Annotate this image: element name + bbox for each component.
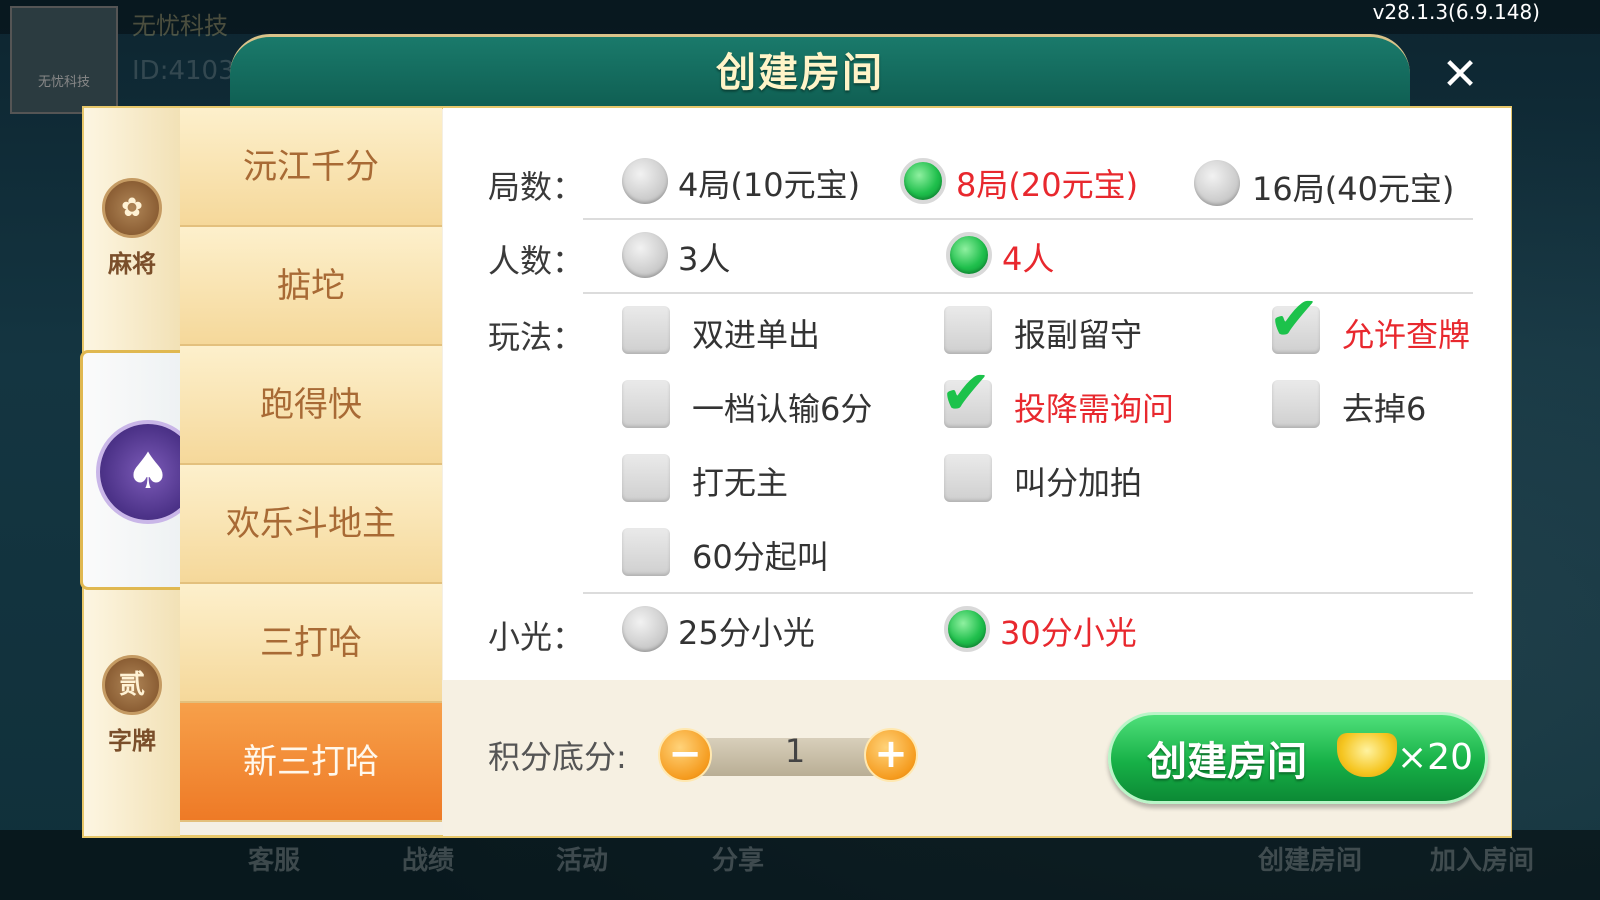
radio-button[interactable]	[944, 606, 990, 652]
rules-label: 玩法：	[488, 318, 585, 356]
xiaoguang-label: 小光：	[488, 618, 585, 656]
option-label: 3人	[678, 240, 731, 278]
game-item-sandaha[interactable]: 三打哈	[180, 584, 442, 703]
option-label: 报副留守	[1014, 316, 1143, 354]
option-label: 一档认输6分	[692, 390, 873, 428]
radio-button[interactable]	[622, 606, 668, 652]
mahjong-icon: ✿	[102, 178, 162, 238]
game-item-dianduo[interactable]: 掂坨	[180, 227, 442, 346]
bottom-service: 客服	[248, 846, 301, 876]
game-item-doudizhu[interactable]: 欢乐斗地主	[180, 465, 442, 584]
game-item-yuanjiang[interactable]: 沅江千分	[180, 108, 442, 227]
category-mahjong[interactable]: ✿ 麻将	[84, 178, 180, 279]
checkbox[interactable]	[622, 528, 670, 576]
company-name: 无忧科技	[132, 12, 228, 40]
option-label: 去掉6	[1342, 390, 1427, 428]
radio-button[interactable]	[622, 232, 668, 278]
option-label: 30分小光	[1000, 614, 1137, 652]
option-label: 双进单出	[692, 316, 821, 354]
radio-button[interactable]	[622, 158, 668, 204]
create-room-button[interactable]: 创建房间 ×20	[1108, 712, 1488, 804]
checkbox[interactable]	[622, 380, 670, 428]
check-mark-icon: ✔	[1268, 282, 1320, 355]
bottom-join-room: 加入房间	[1430, 846, 1535, 876]
option-label: 4局(10元宝)	[678, 166, 861, 204]
players-label: 人数：	[488, 242, 585, 280]
dialog-title: 创建房间	[716, 50, 884, 96]
category-zipai[interactable]: 贰 字牌	[84, 655, 180, 756]
divider	[583, 218, 1473, 220]
base-score-label: 积分底分:	[488, 738, 627, 776]
close-icon[interactable]: ✕	[1440, 53, 1480, 97]
bottom-share: 分享	[712, 846, 765, 876]
zipai-icon: 贰	[102, 655, 162, 715]
option-label: 60分起叫	[692, 538, 829, 576]
option-label: 16局(40元宝)	[1252, 170, 1455, 208]
option-label: 25分小光	[678, 614, 815, 652]
checkbox[interactable]	[622, 454, 670, 502]
game-item-paodekuai[interactable]: 跑得快	[180, 346, 442, 465]
bottom-bar: 客服 战绩 活动 分享 创建房间 加入房间	[0, 830, 1600, 900]
checkbox[interactable]	[622, 306, 670, 354]
option-label: 打无主	[692, 464, 789, 502]
room-cost: ×20	[1397, 737, 1473, 778]
bottom-activity: 活动	[556, 846, 609, 876]
check-mark-icon: ✔	[940, 356, 992, 429]
create-room-label: 创建房间	[1147, 739, 1307, 785]
radio-button[interactable]	[900, 158, 946, 204]
radio-button[interactable]	[1194, 160, 1240, 206]
version-label: v28.1.3(6.9.148)	[1372, 0, 1540, 24]
category-label: 字牌	[108, 727, 156, 755]
bottom-create-room: 创建房间	[1258, 846, 1363, 876]
rounds-label: 局数：	[488, 168, 585, 206]
minus-button[interactable]: −	[658, 728, 712, 782]
top-bar-background	[0, 0, 1600, 34]
checkbox[interactable]	[944, 454, 992, 502]
option-label: 投降需询问	[1014, 390, 1175, 428]
game-list: 沅江千分 掂坨 跑得快 欢乐斗地主 三打哈 新三打哈	[180, 108, 442, 822]
option-label: 叫分加拍	[1014, 464, 1143, 502]
plus-button[interactable]: +	[864, 728, 918, 782]
option-label: 允许查牌	[1342, 316, 1471, 354]
divider	[583, 292, 1473, 294]
category-label: 麻将	[108, 250, 156, 278]
option-label: 8局(20元宝)	[956, 166, 1139, 204]
checkbox[interactable]	[1272, 380, 1320, 428]
checkbox[interactable]: ✔	[1268, 288, 1320, 354]
bottom-record: 战绩	[402, 846, 455, 876]
checkbox[interactable]	[944, 306, 992, 354]
radio-button[interactable]	[946, 232, 992, 278]
game-item-new-sandaha[interactable]: 新三打哈	[180, 703, 442, 822]
checkbox[interactable]: ✔	[940, 362, 992, 428]
gold-ingot-icon	[1337, 733, 1397, 777]
option-label: 4人	[1002, 240, 1055, 278]
divider	[583, 592, 1473, 594]
